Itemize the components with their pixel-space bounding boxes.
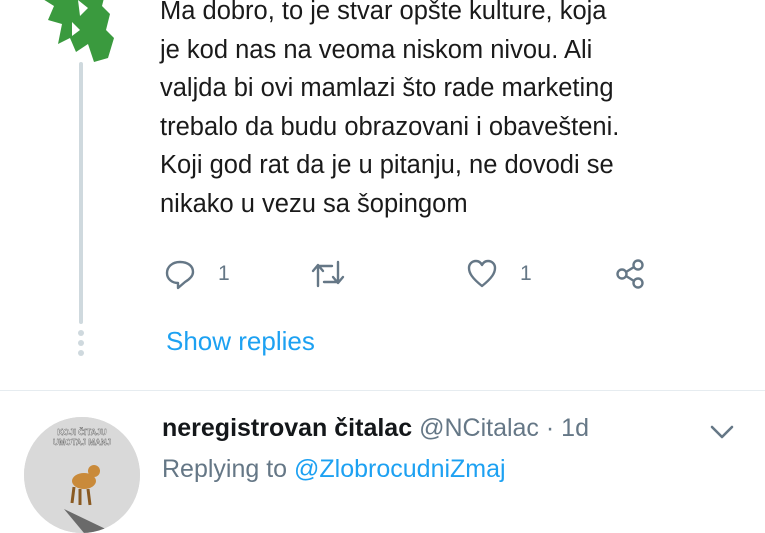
thread-dot xyxy=(78,330,84,336)
replying-to-link[interactable]: @ZlobrocudniZmaj xyxy=(294,455,506,483)
chevron-down-icon[interactable] xyxy=(707,420,737,444)
tweet-text-line: Koji god rat da je u pitanju, ne dovodi … xyxy=(160,151,614,179)
timestamp[interactable]: 1d xyxy=(561,414,589,442)
share-button[interactable] xyxy=(614,258,646,290)
avatar-caption-2: UMOTAJ MANJ xyxy=(53,438,111,447)
replying-to: Replying to @ZlobrocudniZmaj xyxy=(162,455,506,484)
tweet-text-line: je kod nas na veoma niskom nivou. Ali xyxy=(160,35,593,64)
tweet-text-line: Ma dobro, to je stvar opšte kulture, koj… xyxy=(160,0,607,25)
like-button[interactable]: 1 xyxy=(466,258,532,290)
heart-icon xyxy=(467,259,497,288)
tweet-text: Ma dobro, to je stvar opšte kulture, koj… xyxy=(160,0,760,223)
thread-line xyxy=(79,62,83,324)
divider xyxy=(0,390,765,391)
avatar-image: KOJI ČITAJU UMOTAJ MANJ xyxy=(24,417,140,533)
separator-dot: · xyxy=(545,414,555,442)
reply-count: 1 xyxy=(218,262,230,285)
reply-icon xyxy=(165,260,195,290)
retweet-button[interactable] xyxy=(310,258,346,290)
tweet-text-line: trebalo da budu obrazovani i obavešteni. xyxy=(160,112,620,141)
thread-dot xyxy=(78,340,84,346)
like-count: 1 xyxy=(520,262,532,285)
thread-dot xyxy=(78,350,84,356)
retweet-icon xyxy=(311,260,345,288)
replying-prefix: Replying to xyxy=(162,455,295,483)
dinosaur-avatar[interactable] xyxy=(28,0,124,64)
avatar-caption-1: KOJI ČITAJU xyxy=(57,428,106,437)
reply-button[interactable]: 1 xyxy=(164,258,230,290)
show-replies-link[interactable]: Show replies xyxy=(166,326,315,357)
reply-header: neregistrovan čitalac @NCitalac · 1d xyxy=(162,414,589,443)
tweet-text-line: nikako u vezu sa šopingom xyxy=(160,189,468,218)
tweet-text-line: valjda bi ovi mamlazi što rade marketing xyxy=(160,74,614,102)
display-name[interactable]: neregistrovan čitalac xyxy=(162,414,412,442)
user-avatar[interactable]: KOJI ČITAJU UMOTAJ MANJ xyxy=(24,417,140,533)
user-handle[interactable]: @NCitalac xyxy=(419,414,539,442)
share-icon xyxy=(616,259,644,289)
